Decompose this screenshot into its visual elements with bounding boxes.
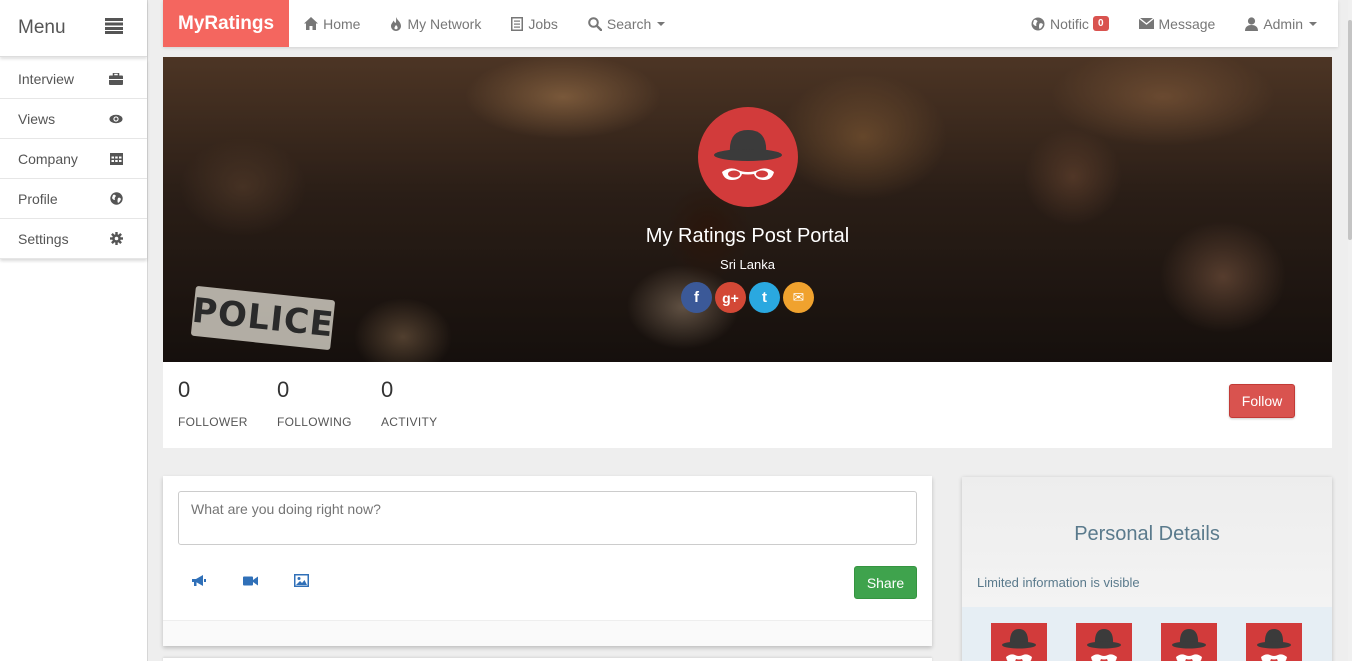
sidebar-item-label: Views [18, 110, 56, 127]
incognito-logo-icon [1002, 629, 1036, 661]
nav-notifications-label: Notific [1050, 15, 1089, 32]
menu-icon[interactable] [105, 17, 123, 39]
incognito-logo-icon [1257, 629, 1291, 661]
sidebar-item-label: Settings [18, 230, 69, 247]
incognito-logo-icon [1172, 629, 1206, 661]
nav-message[interactable]: Message [1124, 0, 1231, 47]
user-icon [1245, 16, 1259, 31]
sidebar-item-company[interactable]: Company [0, 139, 147, 179]
search-icon [588, 16, 602, 31]
nav-notifications[interactable]: Notific 0 [1016, 0, 1123, 47]
globe-icon [1031, 17, 1045, 30]
friends-thumbnails [962, 607, 1332, 661]
sidebar-item-views[interactable]: Views [0, 99, 147, 139]
nav-search-label: Search [606, 15, 652, 32]
incognito-logo-icon [1087, 629, 1121, 661]
sidebar-item-label: Profile [18, 190, 58, 207]
stat-following-label: FOLLOWING [277, 415, 352, 429]
fire-icon [391, 16, 402, 31]
incognito-logo-icon [713, 130, 782, 180]
briefcase-icon [109, 72, 123, 86]
sidebar-title: Menu [18, 17, 66, 38]
nav-my-network-label: My Network [407, 15, 482, 32]
sidebar-item-profile[interactable]: Profile [0, 179, 147, 219]
sidebar-item-interview[interactable]: Interview [0, 59, 147, 99]
picture-icon[interactable] [294, 574, 309, 593]
home-icon [304, 17, 319, 30]
video-icon[interactable] [243, 574, 258, 593]
stats-bar: 0 FOLLOWER 0 FOLLOWING 0 ACTIVITY Follow [163, 362, 1332, 448]
stat-following[interactable]: 0 FOLLOWING [277, 377, 352, 429]
nav-home[interactable]: Home [289, 0, 375, 47]
sidebar: Menu Interview Views Company Profile Set… [0, 0, 148, 661]
calendar-icon [109, 152, 123, 166]
portal-title: My Ratings Post Portal [645, 225, 850, 247]
status-input[interactable] [178, 491, 917, 545]
nav-search-dropdown[interactable]: Search [573, 0, 680, 47]
stat-activity[interactable]: 0 ACTIVITY [381, 377, 437, 429]
nav-message-label: Message [1158, 15, 1216, 32]
gear-icon [109, 232, 123, 246]
globe-icon [109, 192, 123, 206]
stat-follower-value: 0 [178, 377, 191, 402]
nav-home-label: Home [323, 15, 361, 32]
chevron-down-icon [657, 21, 666, 26]
notification-badge: 0 [1092, 16, 1109, 31]
follow-button[interactable]: Follow [1229, 384, 1295, 418]
twitter-icon[interactable]: t [749, 282, 780, 313]
nav-right: Notific 0 Message Admin [1016, 0, 1338, 47]
cover-photo: POLICE My Ratings Post Portal Sri Lanka … [163, 57, 1332, 362]
stat-activity-label: ACTIVITY [381, 415, 438, 429]
email-icon[interactable]: ✉ [783, 282, 814, 313]
personal-details-title: Personal Details [1074, 523, 1220, 545]
stat-following-value: 0 [277, 377, 290, 402]
envelope-icon [1138, 18, 1154, 29]
personal-details-panel: Personal Details Limited information is … [962, 477, 1332, 661]
personal-details-info: Limited information is visible [977, 575, 1140, 590]
post-attachment-icons [191, 574, 309, 593]
social-links: f g+ t ✉ [681, 282, 814, 313]
stat-follower[interactable]: 0 FOLLOWER [178, 377, 248, 429]
chevron-down-icon [1309, 21, 1317, 26]
stat-follower-label: FOLLOWER [178, 415, 248, 429]
eye-icon [109, 112, 123, 126]
post-composer-footer [163, 620, 932, 646]
sidebar-item-label: Company [18, 150, 78, 167]
nav-admin-label: Admin [1263, 15, 1303, 32]
list-icon [511, 16, 524, 31]
share-button[interactable]: Share [854, 566, 917, 599]
sidebar-item-settings[interactable]: Settings [0, 219, 147, 259]
friend-thumbnail[interactable] [1246, 623, 1302, 661]
stat-activity-value: 0 [381, 377, 394, 402]
profile-header: My Ratings Post Portal Sri Lanka f g+ t … [163, 107, 1332, 313]
friend-thumbnail[interactable] [1161, 623, 1217, 661]
facebook-icon[interactable]: f [681, 282, 712, 313]
friend-thumbnail[interactable] [991, 623, 1047, 661]
nav-jobs[interactable]: Jobs [496, 0, 573, 47]
top-navbar: MyRatings Home My Network Jobs Search No… [163, 0, 1338, 47]
sidebar-list: Interview Views Company Profile Settings [0, 59, 147, 259]
sidebar-item-label: Interview [18, 70, 75, 87]
brand-logo[interactable]: MyRatings [163, 0, 290, 47]
friend-thumbnail[interactable] [1076, 623, 1132, 661]
nav-my-network[interactable]: My Network [375, 0, 496, 47]
google-plus-icon[interactable]: g+ [715, 282, 746, 313]
portal-location: Sri Lanka [720, 257, 775, 272]
avatar[interactable] [697, 107, 798, 207]
sidebar-header: Menu [0, 0, 147, 57]
nav-admin-dropdown[interactable]: Admin [1230, 0, 1332, 47]
megaphone-icon[interactable] [191, 574, 207, 593]
scrollbar-thumb[interactable] [1348, 20, 1352, 240]
post-composer: Share [163, 476, 932, 646]
nav-jobs-label: Jobs [528, 15, 558, 32]
